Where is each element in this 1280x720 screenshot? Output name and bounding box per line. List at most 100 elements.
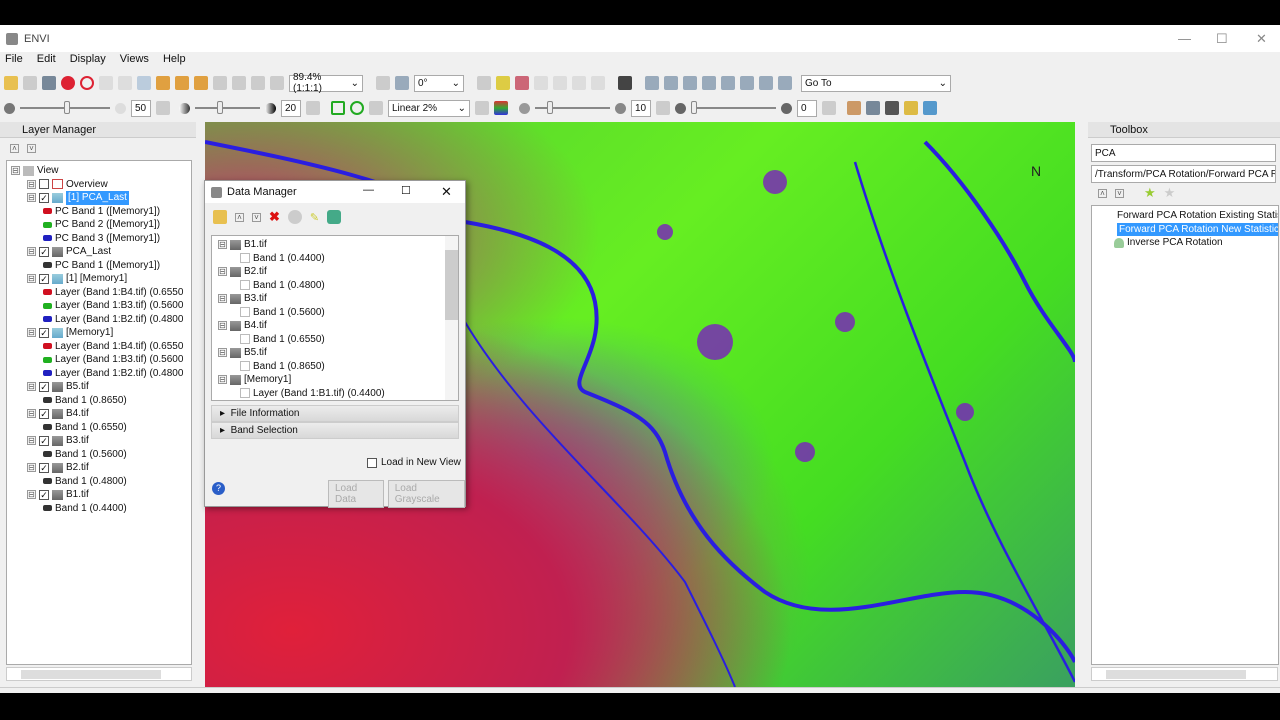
redo-icon[interactable] <box>118 76 132 90</box>
layer-visibility-checkbox[interactable] <box>39 179 49 190</box>
expand-toggle-icon[interactable]: ⊟ <box>218 375 227 385</box>
toolbox-item[interactable]: Inverse PCA Rotation <box>1092 236 1278 250</box>
expand-toggle-icon[interactable]: ⊟ <box>27 463 36 473</box>
undo-icon[interactable] <box>99 76 113 90</box>
contrast-slider[interactable] <box>195 101 260 114</box>
layer-item[interactable]: ⊟ ✓ B1.tif <box>7 488 191 502</box>
band-item[interactable]: PC Band 1 ([Memory1]) <box>7 259 191 273</box>
expand-all-icon[interactable]: ˅ <box>252 212 261 222</box>
fit-icon[interactable] <box>270 76 284 90</box>
menu-help[interactable]: Help <box>163 53 186 69</box>
transparency-slider[interactable] <box>691 101 776 114</box>
load-data-button[interactable]: Load Data <box>328 480 384 508</box>
picture-annotation-icon[interactable] <box>778 76 792 90</box>
blend-icon[interactable] <box>923 101 937 115</box>
band-item[interactable]: Band 1 (0.4400) <box>7 502 191 516</box>
band-item[interactable]: Band 1 (0.5600) <box>212 306 458 320</box>
polygon-annotation-icon[interactable] <box>683 76 697 90</box>
band-checkbox[interactable] <box>240 307 250 318</box>
rotate-right-icon[interactable] <box>395 76 409 90</box>
chip-icon[interactable] <box>866 101 880 115</box>
menu-edit[interactable]: Edit <box>37 53 56 69</box>
brightness-input[interactable]: 50 <box>131 99 151 117</box>
file-item[interactable]: ⊟ B4.tif <box>212 319 458 333</box>
layer-item[interactable]: ⊟ ✓ B5.tif <box>7 380 191 394</box>
polyline-annotation-icon[interactable] <box>740 76 754 90</box>
select-icon[interactable] <box>137 76 151 90</box>
expand-toggle-icon[interactable]: ⊟ <box>11 166 20 176</box>
expand-toggle-icon[interactable]: ⊟ <box>218 240 227 250</box>
rotate-left-icon[interactable] <box>376 76 390 90</box>
expand-toggle-icon[interactable]: ⊟ <box>27 179 36 189</box>
layer-visibility-checkbox[interactable]: ✓ <box>39 381 49 392</box>
layer-item[interactable]: ⊟ ✓ [1] PCA_Last <box>7 191 191 205</box>
crop-icon[interactable] <box>42 76 56 90</box>
band-item[interactable]: Band 1 (0.4800) <box>212 279 458 293</box>
zoom-select[interactable]: 89.4% (1:1:1) ⌄ <box>289 72 363 94</box>
open-icon[interactable] <box>4 76 18 90</box>
roi-icon[interactable] <box>515 76 529 90</box>
expand-toggle-icon[interactable]: ⊟ <box>27 247 36 257</box>
sharpen-input[interactable]: 10 <box>631 99 651 117</box>
band-item[interactable]: Layer (Band 1:B1.tif) (0.4400) <box>212 387 458 401</box>
band-selection-section[interactable]: ▸ Band Selection <box>211 422 459 439</box>
band-checkbox[interactable] <box>240 388 250 399</box>
band-item[interactable]: Band 1 (0.5600) <box>7 448 191 462</box>
pin-icon[interactable] <box>61 76 75 90</box>
color-table-icon[interactable] <box>494 101 508 115</box>
band-checkbox[interactable] <box>240 334 250 345</box>
expand-toggle-icon[interactable]: ⊟ <box>218 348 227 358</box>
vector2-icon[interactable] <box>553 76 567 90</box>
band-item[interactable]: Band 1 (0.4400) <box>212 252 458 266</box>
reset-transparency-icon[interactable] <box>822 101 836 115</box>
expand-toggle-icon[interactable]: ⊟ <box>27 193 36 203</box>
band-item[interactable]: Band 1 (0.6550) <box>212 333 458 347</box>
refresh-icon[interactable] <box>327 210 342 224</box>
zoom-out-icon[interactable] <box>251 76 265 90</box>
histogram-icon[interactable] <box>847 101 861 115</box>
remove-favorite-icon[interactable]: ★ <box>1164 185 1176 201</box>
move-up-icon[interactable]: ˄ <box>10 143 19 153</box>
file-item[interactable]: ⊟ B5.tif <box>212 346 458 360</box>
load-new-view-checkbox[interactable]: Load in New View <box>367 457 461 468</box>
expand-icon[interactable]: ˅ <box>1115 188 1124 198</box>
file-item[interactable]: ⊟ B1.tif <box>212 238 458 252</box>
band-checkbox[interactable] <box>240 280 250 291</box>
toolbox-scrollbar[interactable] <box>1091 667 1278 681</box>
text-annotation-icon[interactable] <box>645 76 659 90</box>
vector4-icon[interactable] <box>591 76 605 90</box>
ellipse-annotation-icon[interactable] <box>664 76 678 90</box>
layer-visibility-checkbox[interactable]: ✓ <box>39 408 49 419</box>
layer-visibility-checkbox[interactable]: ✓ <box>39 246 49 257</box>
reset-stretch-icon[interactable] <box>475 101 489 115</box>
band-checkbox[interactable] <box>240 361 250 372</box>
menu-file[interactable]: File <box>5 53 23 69</box>
file-information-section[interactable]: ▸ File Information <box>211 405 459 422</box>
expand-toggle-icon[interactable]: ⊟ <box>27 436 36 446</box>
band-item[interactable]: PC Band 1 ([Memory1]) <box>7 205 191 219</box>
zoom-icon[interactable] <box>213 76 227 90</box>
cursor-value-icon[interactable] <box>477 76 491 90</box>
profile-icon[interactable] <box>496 76 510 90</box>
stretch-select[interactable]: Linear 2% ⌄ <box>388 99 470 117</box>
swipe-icon[interactable] <box>904 101 918 115</box>
pin-icon[interactable]: ✎ <box>310 211 319 224</box>
file-item[interactable]: ⊟ B2.tif <box>212 265 458 279</box>
layer-visibility-checkbox[interactable]: ✓ <box>39 273 49 284</box>
vector-icon[interactable] <box>534 76 548 90</box>
brightness-slider[interactable] <box>20 101 110 114</box>
close-file-icon[interactable]: ✖ <box>269 209 280 225</box>
band-item[interactable]: Layer (Band 1:B4.tif) (0.6550 <box>7 286 191 300</box>
zoom-in-icon[interactable] <box>232 76 246 90</box>
load-grayscale-button[interactable]: Load Grayscale <box>387 480 465 508</box>
band-item[interactable]: PC Band 3 ([Memory1]) <box>7 232 191 246</box>
arrow-annotation-icon[interactable] <box>759 76 773 90</box>
expand-toggle-icon[interactable]: ⊟ <box>27 490 36 500</box>
band-item[interactable]: Layer (Band 1:B3.tif) (0.5600 <box>7 299 191 313</box>
band-item[interactable]: Layer (Band 1:B3.tif) (0.5600 <box>7 353 191 367</box>
band-item[interactable]: PC Band 2 ([Memory1]) <box>7 218 191 232</box>
layer-visibility-checkbox[interactable]: ✓ <box>39 489 49 500</box>
band-checkbox[interactable] <box>240 253 250 264</box>
toolbox-item[interactable]: Forward PCA Rotation Existing Statist <box>1092 209 1278 223</box>
fly-icon[interactable] <box>175 76 189 90</box>
